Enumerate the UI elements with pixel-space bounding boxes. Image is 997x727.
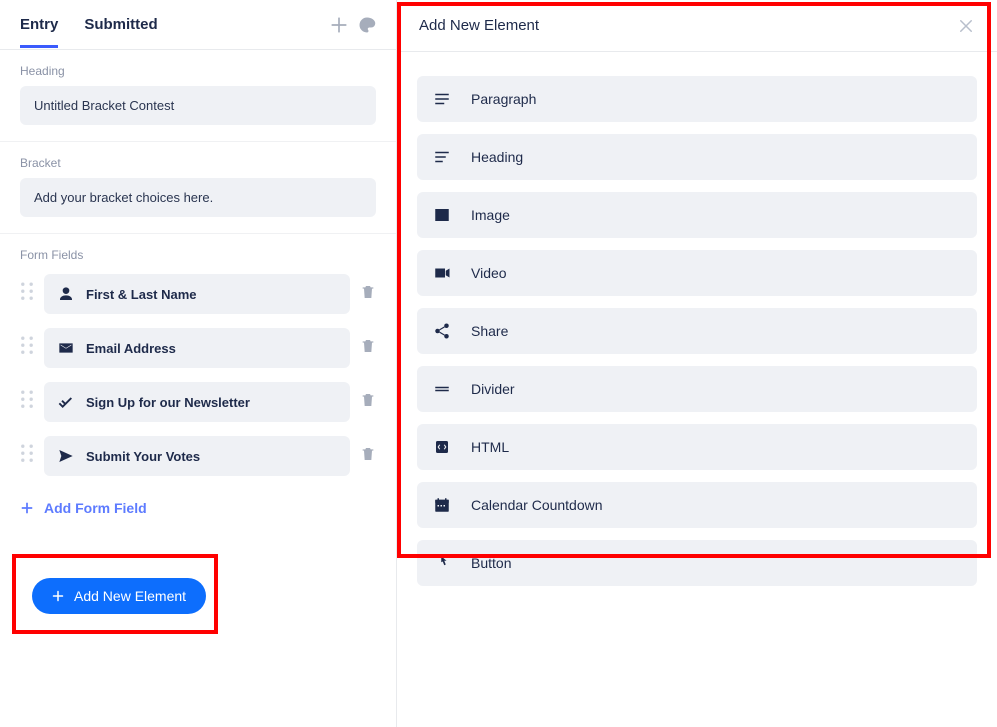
trash-icon[interactable]	[360, 446, 376, 467]
video-icon	[433, 264, 451, 282]
tabs-bar: Entry Submitted	[0, 0, 396, 50]
form-field-email[interactable]: Email Address	[44, 328, 350, 368]
divider-icon	[433, 380, 451, 398]
element-heading[interactable]: Heading	[417, 134, 977, 180]
form-field-name[interactable]: First & Last Name	[44, 274, 350, 314]
form-fields-label: Form Fields	[20, 248, 376, 262]
modal-title: Add New Element	[419, 17, 539, 34]
element-button[interactable]: Button	[417, 540, 977, 586]
heading-section: Heading	[0, 50, 396, 142]
send-icon	[58, 448, 74, 464]
element-image[interactable]: Image	[417, 192, 977, 238]
heading-label: Heading	[20, 64, 376, 78]
element-share[interactable]: Share	[417, 308, 977, 354]
drag-handle-icon[interactable]	[20, 280, 34, 307]
bracket-input[interactable]	[20, 178, 376, 217]
tab-submitted[interactable]: Submitted	[84, 2, 157, 47]
form-field-submit[interactable]: Submit Your Votes	[44, 436, 350, 476]
element-label: Share	[471, 323, 508, 339]
trash-icon[interactable]	[360, 284, 376, 305]
left-panel: Entry Submitted Heading Bracket Form Fie…	[0, 0, 397, 727]
element-calendar[interactable]: Calendar Countdown	[417, 482, 977, 528]
element-list: Paragraph Heading Image Video	[397, 52, 997, 622]
tabs-actions	[330, 16, 376, 34]
heading-input[interactable]	[20, 86, 376, 125]
bottom-area: Add New Element	[0, 554, 396, 632]
form-field-row: First & Last Name	[20, 274, 376, 314]
paragraph-icon	[433, 90, 451, 108]
form-fields-section: Form Fields First & Last Name	[0, 234, 396, 522]
share-icon	[433, 322, 451, 340]
element-paragraph[interactable]: Paragraph	[417, 76, 977, 122]
form-field-newsletter[interactable]: Sign Up for our Newsletter	[44, 382, 350, 422]
calendar-icon	[433, 496, 451, 514]
check-icon	[58, 394, 74, 410]
drag-handle-icon[interactable]	[20, 442, 34, 469]
form-field-row: Email Address	[20, 328, 376, 368]
heading-icon	[433, 148, 451, 166]
form-field-label: Email Address	[86, 341, 176, 356]
email-icon	[58, 340, 74, 356]
drag-handle-icon[interactable]	[20, 388, 34, 415]
button-icon	[433, 554, 451, 572]
element-label: Calendar Countdown	[471, 497, 603, 513]
element-label: HTML	[471, 439, 509, 455]
element-label: Button	[471, 555, 511, 571]
element-label: Video	[471, 265, 507, 281]
modal-header: Add New Element	[397, 0, 997, 52]
add-new-element-button[interactable]: Add New Element	[32, 578, 206, 614]
trash-icon[interactable]	[360, 338, 376, 359]
element-label: Image	[471, 207, 510, 223]
element-video[interactable]: Video	[417, 250, 977, 296]
add-form-field-label: Add Form Field	[44, 500, 147, 516]
drag-handle-icon[interactable]	[20, 334, 34, 361]
element-label: Heading	[471, 149, 523, 165]
html-icon	[433, 438, 451, 456]
image-icon	[433, 206, 451, 224]
form-field-row: Submit Your Votes	[20, 436, 376, 476]
add-form-field-link[interactable]: Add Form Field	[20, 494, 147, 522]
tab-entry[interactable]: Entry	[20, 2, 58, 47]
bracket-label: Bracket	[20, 156, 376, 170]
form-field-label: Sign Up for our Newsletter	[86, 395, 250, 410]
element-label: Divider	[471, 381, 515, 397]
add-new-element-label: Add New Element	[74, 588, 186, 604]
element-html[interactable]: HTML	[417, 424, 977, 470]
element-divider[interactable]: Divider	[417, 366, 977, 412]
form-field-row: Sign Up for our Newsletter	[20, 382, 376, 422]
form-field-label: First & Last Name	[86, 287, 197, 302]
element-label: Paragraph	[471, 91, 536, 107]
bracket-section: Bracket	[0, 142, 396, 234]
user-icon	[58, 286, 74, 302]
form-field-label: Submit Your Votes	[86, 449, 200, 464]
add-tab-icon[interactable]	[330, 16, 348, 34]
palette-icon[interactable]	[358, 16, 376, 34]
trash-icon[interactable]	[360, 392, 376, 413]
right-panel: Add New Element Paragraph Heading	[397, 0, 997, 727]
close-icon[interactable]	[957, 17, 975, 35]
